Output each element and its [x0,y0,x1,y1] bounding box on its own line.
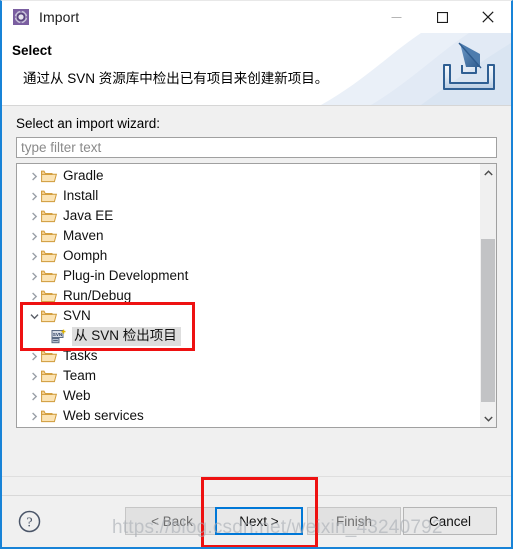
chevron-right-icon[interactable] [27,411,41,421]
folder-icon [41,189,58,203]
maximize-button[interactable] [419,1,465,33]
tree-row-label: Plug-in Development [63,268,189,283]
maximize-icon [436,11,448,23]
tree-row[interactable]: Team [17,366,479,386]
tree-row-label: Tasks [63,348,98,363]
dialog-body: Select an import wizard: Gradle Install … [2,106,511,477]
window-title: Import [39,9,80,25]
import-tray-arrow-icon [440,41,498,97]
tree-row-label: SVN [63,308,91,323]
wizard-tree-list[interactable]: Gradle Install Java EE Maven Oomph Plug-… [17,164,479,427]
tree-row[interactable]: Install [17,186,479,206]
window-controls [373,1,511,33]
tree-row[interactable]: Java EE [17,206,479,226]
tree-row[interactable]: SVN 从 SVN 检出项目 [17,326,479,346]
tree-row[interactable]: Run/Debug [17,286,479,306]
title-bar: Import [2,1,511,33]
import-dialog: Import Select 通过从 SVN 资源库中检出已有项目来创建新项目。 … [0,0,513,549]
finish-button[interactable]: Finish [307,507,401,535]
tree-row-label: Web [63,388,91,403]
wizard-list-label: Select an import wizard: [16,116,161,131]
tree-row[interactable]: Oomph [17,246,479,266]
chevron-right-icon[interactable] [27,291,41,301]
back-button[interactable]: < Back [125,507,219,535]
svn-checkout-icon: SVN [51,329,67,344]
folder-icon [41,369,58,383]
tree-row-label: Install [63,188,99,203]
dialog-footer: ? < Back Next > Finish Cancel [2,476,511,547]
page-description: 通过从 SVN 资源库中检出已有项目来创建新项目。 [23,71,329,86]
folder-icon [41,349,58,363]
chevron-right-icon[interactable] [27,251,41,261]
close-icon [482,11,494,23]
folder-icon [41,249,58,263]
chevron-up-icon [483,169,493,175]
tree-row-label: Java EE [63,208,114,223]
scrollbar-thumb[interactable] [481,238,495,402]
wizard-tree[interactable]: Gradle Install Java EE Maven Oomph Plug-… [16,163,497,428]
tree-row[interactable]: Tasks [17,346,479,366]
tree-row-label: Run/Debug [63,288,132,303]
next-button[interactable]: Next > [215,507,303,535]
tree-scrollbar[interactable] [479,164,496,427]
tree-row-label: Web services [63,408,144,423]
chevron-right-icon[interactable] [27,391,41,401]
chevron-down-icon [483,416,493,422]
folder-icon [41,389,58,403]
folder-icon [41,409,58,423]
tree-row-label: Team [63,368,97,383]
svg-text:SVN: SVN [53,332,63,337]
tree-row-label: Oomph [63,248,108,263]
tree-row[interactable]: Plug-in Development [17,266,479,286]
tree-row[interactable]: Web services [17,406,479,426]
folder-icon [41,309,58,323]
tree-row-label: 从 SVN 检出项目 [72,326,181,346]
chevron-down-icon[interactable] [27,313,41,320]
minimize-button[interactable] [373,1,419,33]
chevron-right-icon[interactable] [27,171,41,181]
chevron-right-icon[interactable] [27,371,41,381]
footer-divider [2,495,511,496]
tree-row[interactable]: Maven [17,226,479,246]
svg-text:?: ? [26,516,32,531]
tree-row-label: Maven [63,228,104,243]
folder-icon [41,289,58,303]
minimize-icon [391,16,401,18]
eclipse-import-icon [13,9,29,25]
filter-input[interactable] [16,137,497,158]
close-button[interactable] [465,1,511,33]
chevron-right-icon[interactable] [27,231,41,241]
page-title: Select [12,43,52,58]
chevron-right-icon[interactable] [27,271,41,281]
wizard-banner: Select 通过从 SVN 资源库中检出已有项目来创建新项目。 [2,33,511,106]
chevron-right-icon[interactable] [27,191,41,201]
tree-row[interactable]: Web [17,386,479,406]
tree-row[interactable]: SVN [17,306,479,326]
tree-row-label: Gradle [63,168,104,183]
folder-icon [41,229,58,243]
scroll-down-button[interactable] [480,410,496,427]
folder-icon [41,169,58,183]
tree-row[interactable]: Gradle [17,166,479,186]
help-question-icon[interactable]: ? [18,510,41,533]
cancel-button[interactable]: Cancel [403,507,497,535]
chevron-right-icon[interactable] [27,351,41,361]
folder-icon [41,269,58,283]
scroll-up-button[interactable] [480,164,496,181]
chevron-right-icon[interactable] [27,211,41,221]
folder-icon [41,209,58,223]
